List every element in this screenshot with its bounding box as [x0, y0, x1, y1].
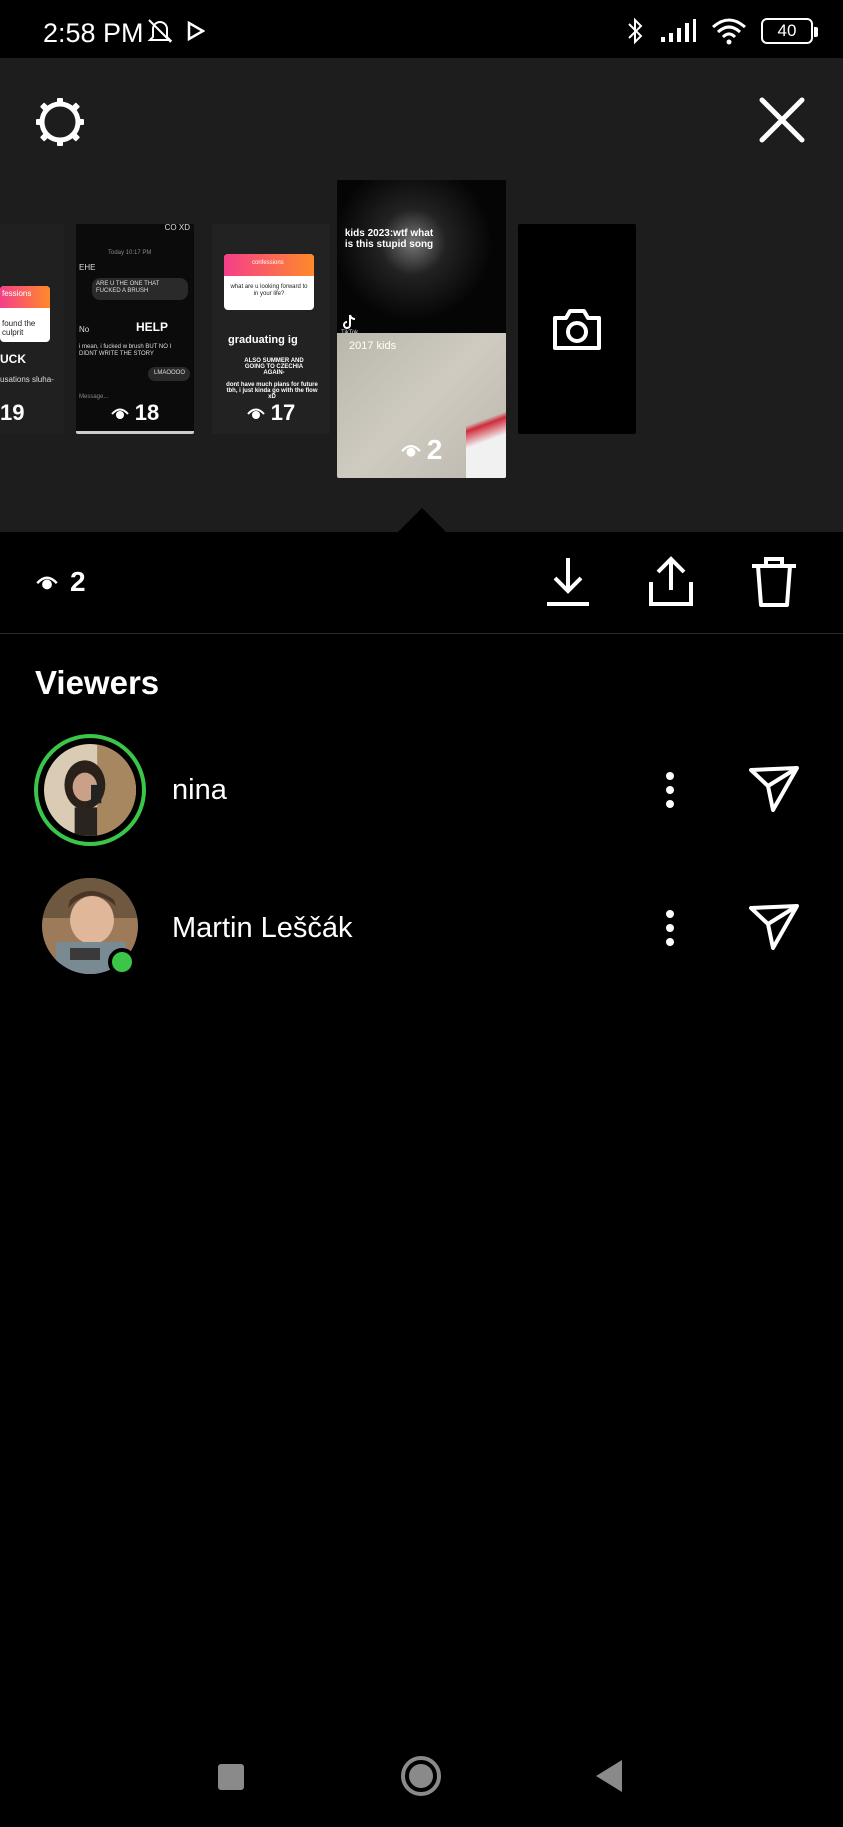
more-vertical-icon — [666, 772, 674, 808]
battery-icon: 40 — [761, 18, 818, 44]
download-button[interactable] — [542, 554, 594, 610]
story-thumbnail-selected[interactable]: kids 2023:wtf what is this stupid song T… — [337, 180, 506, 478]
online-status-indicator — [108, 948, 136, 976]
story-ring — [34, 734, 146, 846]
status-bar: 2:58 PM 40 — [0, 0, 843, 58]
delete-button[interactable] — [748, 554, 800, 610]
add-story-button[interactable] — [518, 224, 636, 434]
viewer-row[interactable]: Martin Leščák — [0, 872, 843, 992]
tiktok-icon — [343, 314, 356, 329]
gear-icon — [36, 98, 84, 146]
battery-level: 40 — [777, 21, 797, 40]
trash-icon — [752, 557, 796, 607]
story-view-count: 19 — [0, 400, 25, 425]
camera-icon — [553, 309, 601, 350]
bluetooth-icon — [628, 17, 643, 45]
story-view-count: 2 — [337, 434, 506, 466]
send-message-button[interactable] — [746, 898, 802, 954]
share-button[interactable] — [645, 554, 697, 610]
close-icon — [759, 97, 805, 143]
download-icon — [547, 558, 589, 606]
story-thumbnail[interactable]: fessions found the culprit UCK usations … — [0, 224, 64, 434]
play-store-icon — [187, 21, 205, 41]
viewer-more-button[interactable] — [652, 900, 688, 956]
viewers-heading: Viewers — [35, 664, 160, 701]
avatar[interactable] — [34, 734, 146, 846]
send-message-button[interactable] — [746, 760, 802, 816]
home-button[interactable] — [401, 1756, 441, 1796]
viewer-row[interactable]: nina — [0, 734, 843, 854]
signal-icon — [661, 19, 696, 42]
recents-button[interactable] — [218, 1764, 244, 1790]
avatar[interactable] — [34, 872, 146, 984]
selected-story-pointer — [398, 508, 446, 532]
wifi-icon — [712, 18, 746, 45]
viewer-name[interactable]: nina — [172, 774, 227, 807]
story-view-count: 18 — [76, 400, 194, 426]
view-count: 2 — [36, 566, 86, 598]
close-button[interactable] — [752, 90, 812, 150]
more-vertical-icon — [666, 910, 674, 946]
share-icon — [649, 556, 693, 606]
story-thumbnail[interactable]: CO XD Today 10:17 PM EHE ARE U THE ONE T… — [76, 224, 194, 434]
settings-button[interactable] — [32, 94, 88, 150]
system-navigation-bar — [0, 1740, 843, 1827]
avatar-photo — [44, 744, 136, 836]
back-button[interactable] — [596, 1760, 622, 1792]
send-icon — [749, 766, 799, 812]
story-thumbnail[interactable]: confessions what are u looking forward t… — [212, 224, 330, 434]
viewer-name[interactable]: Martin Leščák — [172, 912, 353, 945]
eye-icon — [111, 408, 129, 419]
story-actions-bar: 2 — [0, 532, 843, 634]
mute-bell-icon — [147, 19, 173, 43]
eye-icon — [400, 445, 421, 457]
eye-icon — [247, 408, 265, 419]
viewer-more-button[interactable] — [652, 762, 688, 818]
eye-icon — [36, 576, 58, 590]
send-icon — [749, 904, 799, 950]
status-time: 2:58 PM — [43, 18, 144, 48]
story-view-count: 17 — [212, 400, 330, 426]
